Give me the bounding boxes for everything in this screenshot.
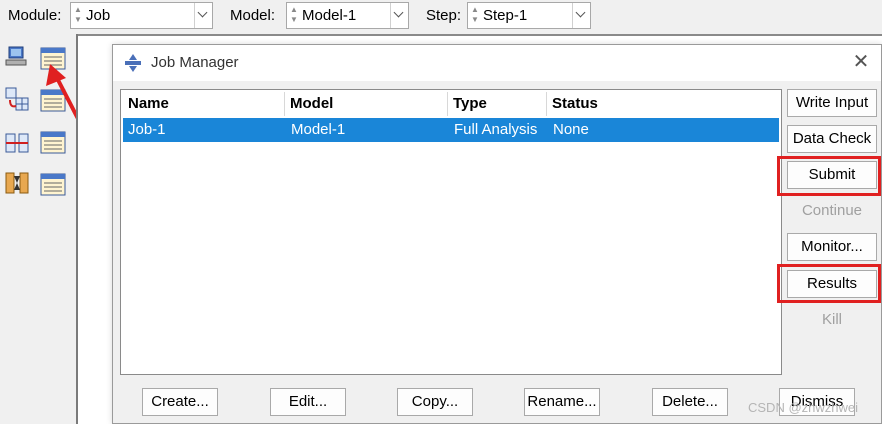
computer-icon[interactable] xyxy=(4,44,30,70)
copy-button[interactable]: Copy... xyxy=(397,388,473,416)
abaqus-logo-icon xyxy=(125,54,141,72)
step-label: Step: xyxy=(426,7,462,24)
dialog-title: Job Manager xyxy=(151,54,239,71)
chevron-down-icon[interactable] xyxy=(194,3,212,28)
cell-name: Job-1 xyxy=(128,121,166,138)
watermark: CSDN @zhwzhwei xyxy=(748,400,858,415)
spin-arrows-icon: ▲ ▼ xyxy=(74,5,82,24)
write-input-button[interactable]: Write Input xyxy=(787,89,877,117)
edit-button[interactable]: Edit... xyxy=(270,388,346,416)
rename-button[interactable]: Rename... xyxy=(524,388,600,416)
job-manager-dialog: Job Manager ✕ Name Model Type Status Job… xyxy=(112,44,882,424)
close-icon[interactable]: ✕ xyxy=(849,51,873,75)
data-check-button[interactable]: Data Check xyxy=(787,125,877,153)
results-highlight-box xyxy=(777,264,881,303)
job-list[interactable]: Name Model Type Status Job-1 Model-1 Ful… xyxy=(120,89,782,375)
model-label: Model: xyxy=(230,7,276,24)
cell-status: None xyxy=(553,121,589,138)
module-combo[interactable]: ▲ ▼ Job xyxy=(70,2,213,29)
cell-model: Model-1 xyxy=(291,121,346,138)
cell-type: Full Analysis xyxy=(454,121,538,138)
chevron-down-icon[interactable] xyxy=(390,3,408,28)
create-button[interactable]: Create... xyxy=(142,388,218,416)
column-header-type[interactable]: Type xyxy=(448,92,547,116)
context-toolbar: Module: ▲ ▼ Job Model: ▲ ▼ Model-1 Step: ▲… xyxy=(0,0,882,34)
dialog-title-bar[interactable]: Job Manager ✕ xyxy=(113,45,881,81)
module-label: Module: xyxy=(8,7,62,24)
step-combo[interactable]: ▲ ▼ Step-1 xyxy=(467,2,591,29)
optimization-process-icon[interactable] xyxy=(4,170,30,196)
submit-highlight-box xyxy=(777,156,881,196)
delete-button[interactable]: Delete... xyxy=(652,388,728,416)
spin-arrows-icon: ▲ ▼ xyxy=(290,5,298,24)
chevron-down-icon[interactable] xyxy=(572,3,590,28)
spin-arrows-icon: ▲ ▼ xyxy=(471,5,479,24)
adaptivity-process-icon[interactable] xyxy=(4,86,30,112)
step-value: Step-1 xyxy=(483,7,528,24)
optimization-manager-icon[interactable] xyxy=(40,172,66,198)
column-header-status[interactable]: Status xyxy=(547,92,779,116)
co-execution-icon[interactable] xyxy=(4,130,30,156)
model-combo[interactable]: ▲ ▼ Model-1 xyxy=(286,2,409,29)
table-row[interactable]: Job-1 Model-1 Full Analysis None xyxy=(123,118,779,142)
column-header-model[interactable]: Model xyxy=(285,92,448,116)
continue-button[interactable]: Continue xyxy=(787,197,877,225)
column-header-name[interactable]: Name xyxy=(123,92,285,116)
module-value: Job xyxy=(86,7,111,24)
monitor-button[interactable]: Monitor... xyxy=(787,233,877,261)
model-value: Model-1 xyxy=(302,7,357,24)
kill-button[interactable]: Kill xyxy=(787,306,877,334)
